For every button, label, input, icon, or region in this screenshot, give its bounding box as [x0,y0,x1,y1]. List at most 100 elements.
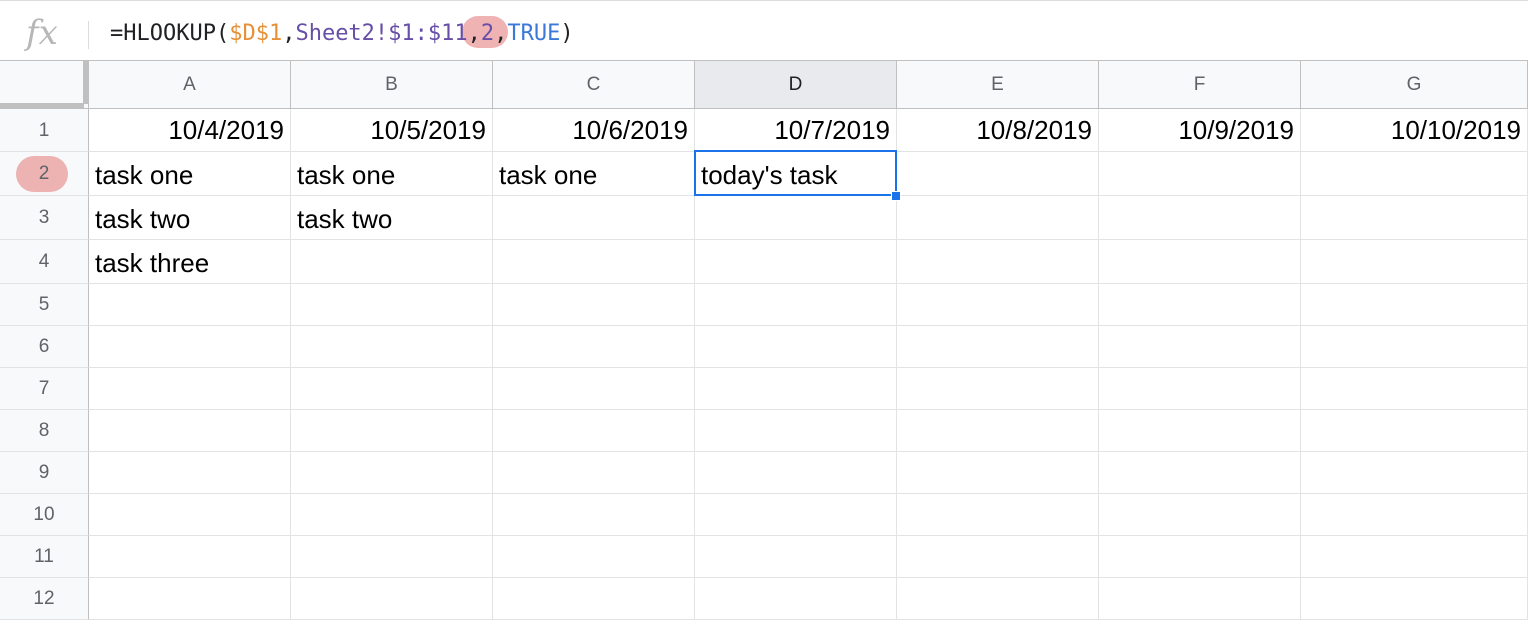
row-header-12[interactable]: 12 [0,578,89,620]
cell-a4[interactable]: task three [89,240,291,284]
cell-c2[interactable]: task one [493,152,695,196]
cell-e6[interactable] [897,326,1099,368]
cell-a8[interactable] [89,410,291,452]
cell-a11[interactable] [89,536,291,578]
cell-d4[interactable] [695,240,897,284]
cell-f9[interactable] [1099,452,1301,494]
cell-c3[interactable] [493,196,695,240]
cell-a1[interactable]: 10/4/2019 [89,109,291,152]
cell-a7[interactable] [89,368,291,410]
cell-f10[interactable] [1099,494,1301,536]
cell-c5[interactable] [493,284,695,326]
cell-f6[interactable] [1099,326,1301,368]
column-header-d[interactable]: D [695,61,897,109]
cell-c7[interactable] [493,368,695,410]
cell-b12[interactable] [291,578,493,620]
cell-d5[interactable] [695,284,897,326]
cell-d11[interactable] [695,536,897,578]
row-header-8[interactable]: 8 [0,410,89,452]
cell-d9[interactable] [695,452,897,494]
cell-e5[interactable] [897,284,1099,326]
cell-b3[interactable]: task two [291,196,493,240]
cell-c1[interactable]: 10/6/2019 [493,109,695,152]
cell-d12[interactable] [695,578,897,620]
cell-e7[interactable] [897,368,1099,410]
cell-d7[interactable] [695,368,897,410]
cell-c10[interactable] [493,494,695,536]
cell-b5[interactable] [291,284,493,326]
cell-a10[interactable] [89,494,291,536]
cell-g1[interactable]: 10/10/2019 [1301,109,1528,152]
column-header-c[interactable]: C [493,61,695,109]
row-header-7[interactable]: 7 [0,368,89,410]
cell-d1[interactable]: 10/7/2019 [695,109,897,152]
cell-g11[interactable] [1301,536,1528,578]
cell-f2[interactable] [1099,152,1301,196]
row-header-2[interactable]: 2 [0,152,89,196]
cell-d10[interactable] [695,494,897,536]
cell-g9[interactable] [1301,452,1528,494]
cell-e8[interactable] [897,410,1099,452]
cell-a3[interactable]: task two [89,196,291,240]
cell-b1[interactable]: 10/5/2019 [291,109,493,152]
row-header-3[interactable]: 3 [0,196,89,240]
cell-f1[interactable]: 10/9/2019 [1099,109,1301,152]
cell-f3[interactable] [1099,196,1301,240]
formula-input[interactable]: =HLOOKUP($D$1,Sheet2!$1:$11,2,TRUE) [110,16,574,49]
cell-g10[interactable] [1301,494,1528,536]
cell-b4[interactable] [291,240,493,284]
cell-g6[interactable] [1301,326,1528,368]
cell-c6[interactable] [493,326,695,368]
column-header-b[interactable]: B [291,61,493,109]
row-header-1[interactable]: 1 [0,109,89,152]
cell-f12[interactable] [1099,578,1301,620]
cell-d6[interactable] [695,326,897,368]
cell-f8[interactable] [1099,410,1301,452]
row-header-5[interactable]: 5 [0,284,89,326]
cell-c12[interactable] [493,578,695,620]
cell-e9[interactable] [897,452,1099,494]
cell-a6[interactable] [89,326,291,368]
cell-a5[interactable] [89,284,291,326]
cell-b11[interactable] [291,536,493,578]
cell-c8[interactable] [493,410,695,452]
cell-d2[interactable]: today's task [695,152,897,196]
cell-e1[interactable]: 10/8/2019 [897,109,1099,152]
row-header-9[interactable]: 9 [0,452,89,494]
column-header-a[interactable]: A [89,61,291,109]
cell-f4[interactable] [1099,240,1301,284]
cell-e3[interactable] [897,196,1099,240]
cell-g7[interactable] [1301,368,1528,410]
select-all-corner[interactable] [0,61,89,109]
column-header-f[interactable]: F [1099,61,1301,109]
row-header-4[interactable]: 4 [0,240,89,284]
column-header-g[interactable]: G [1301,61,1528,109]
cell-g12[interactable] [1301,578,1528,620]
cell-e12[interactable] [897,578,1099,620]
cell-b8[interactable] [291,410,493,452]
column-header-e[interactable]: E [897,61,1099,109]
cell-f7[interactable] [1099,368,1301,410]
cell-a12[interactable] [89,578,291,620]
cell-g8[interactable] [1301,410,1528,452]
cell-c11[interactable] [493,536,695,578]
cell-g4[interactable] [1301,240,1528,284]
cell-f11[interactable] [1099,536,1301,578]
fill-handle[interactable] [891,191,901,201]
cell-b9[interactable] [291,452,493,494]
cell-b10[interactable] [291,494,493,536]
cell-b6[interactable] [291,326,493,368]
cell-c9[interactable] [493,452,695,494]
cell-d3[interactable] [695,196,897,240]
cell-g5[interactable] [1301,284,1528,326]
cell-d8[interactable] [695,410,897,452]
cell-a2[interactable]: task one [89,152,291,196]
cell-e10[interactable] [897,494,1099,536]
cell-e2[interactable] [897,152,1099,196]
cell-g2[interactable] [1301,152,1528,196]
cell-e11[interactable] [897,536,1099,578]
cell-a9[interactable] [89,452,291,494]
cell-b2[interactable]: task one [291,152,493,196]
row-header-6[interactable]: 6 [0,326,89,368]
row-header-10[interactable]: 10 [0,494,89,536]
